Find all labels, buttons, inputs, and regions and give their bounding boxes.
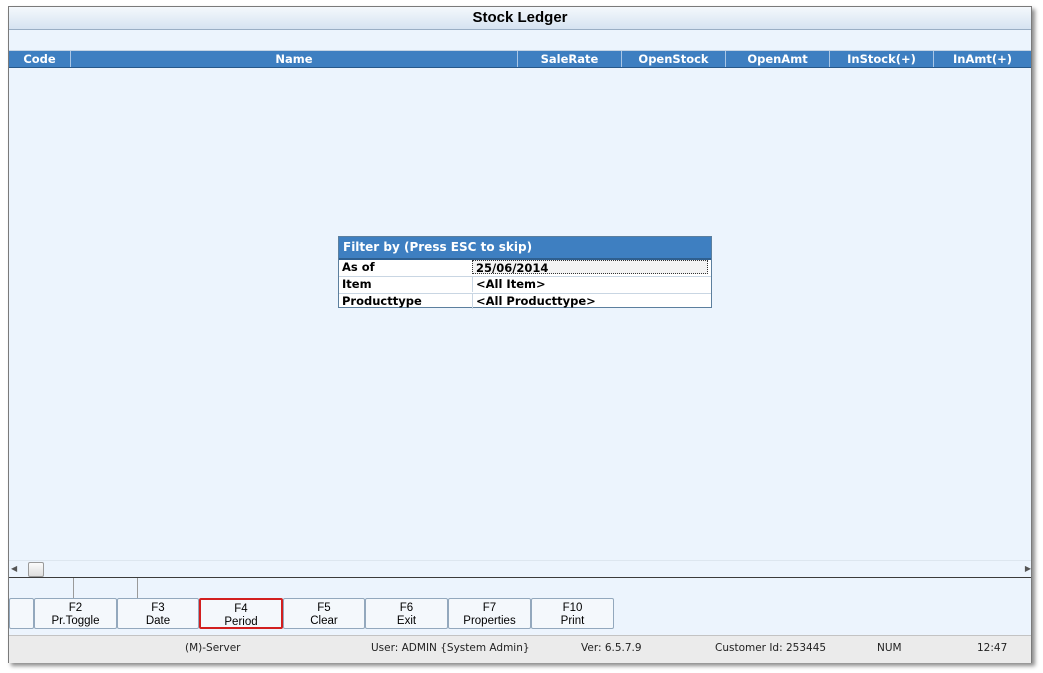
f10-print-button[interactable]: F10 Print: [531, 598, 614, 629]
status-cell: [73, 578, 138, 598]
filter-row-producttype[interactable]: Producttype <All Producttype>: [339, 294, 711, 310]
column-header-instock[interactable]: InStock(+): [830, 51, 934, 67]
status-bar: (M)-Server User: ADMIN {System Admin} Ve…: [9, 635, 1031, 663]
function-key-bar: F2 Pr.Toggle F3 Date F4 Period F5 Clear …: [9, 598, 1031, 632]
window-title: Stock Ledger: [9, 7, 1031, 30]
f2-pr-toggle-button[interactable]: F2 Pr.Toggle: [34, 598, 117, 629]
fkey-label: Exit: [396, 615, 417, 627]
f5-clear-button[interactable]: F5 Clear: [283, 598, 365, 629]
fkey-label: Date: [145, 615, 171, 627]
fkey-label: Print: [560, 615, 585, 627]
item-field[interactable]: <All Item>: [472, 277, 708, 292]
fkey-code: F7: [482, 602, 497, 614]
column-header-openamt[interactable]: OpenAmt: [726, 51, 830, 67]
server-status: (M)-Server: [185, 642, 241, 654]
column-header-salerate[interactable]: SaleRate: [518, 51, 622, 67]
producttype-field[interactable]: <All Producttype>: [472, 294, 708, 309]
fkey-spacer: [9, 598, 34, 629]
grid-body[interactable]: [9, 68, 1031, 560]
as-of-date-field[interactable]: 25/06/2014: [472, 260, 708, 275]
f7-properties-button[interactable]: F7 Properties: [448, 598, 531, 629]
filter-title: Filter by (Press ESC to skip): [339, 237, 711, 260]
f4-period-button[interactable]: F4 Period: [199, 598, 283, 629]
user-status: User: ADMIN {System Admin}: [371, 642, 530, 654]
fkey-label: Pr.Toggle: [51, 615, 100, 627]
filter-dialog: Filter by (Press ESC to skip) As of 25/0…: [338, 236, 712, 310]
fkey-code: F3: [151, 602, 165, 614]
version-status: Ver: 6.5.7.9: [581, 642, 642, 654]
fkey-label: Period: [224, 616, 258, 628]
numlock-indicator: NUM: [877, 642, 902, 654]
column-header-openstock[interactable]: OpenStock: [622, 51, 726, 67]
column-header-code[interactable]: Code: [9, 51, 71, 67]
filter-label: As of: [342, 260, 375, 274]
sub-toolbar: [9, 30, 1031, 51]
scroll-left-icon[interactable]: ◀: [11, 564, 17, 573]
grid-header: Code Name SaleRate OpenStock OpenAmt InS…: [9, 51, 1031, 68]
fkey-code: F4: [234, 603, 248, 615]
f6-exit-button[interactable]: F6 Exit: [365, 598, 448, 629]
filter-label: Item: [342, 277, 372, 291]
filter-row-item[interactable]: Item <All Item>: [339, 277, 711, 294]
horizontal-scrollbar[interactable]: ◀ ▶: [9, 560, 1031, 577]
customer-id-status: Customer Id: 253445: [715, 642, 827, 654]
f3-date-button[interactable]: F3 Date: [117, 598, 199, 629]
scrollbar-thumb[interactable]: [28, 562, 44, 577]
column-header-inamt[interactable]: InAmt(+): [934, 51, 1031, 67]
stock-ledger-window: Stock Ledger Code Name SaleRate OpenStoc…: [8, 6, 1032, 663]
filter-label: Producttype: [342, 294, 422, 308]
fkey-code: F2: [68, 602, 83, 614]
scroll-right-icon[interactable]: ▶: [1025, 564, 1031, 573]
filter-row-as-of[interactable]: As of 25/06/2014: [339, 260, 711, 277]
info-status-row: [9, 577, 1031, 599]
clock: 12:47: [977, 642, 1008, 654]
fkey-label: Clear: [310, 615, 338, 627]
fkey-label: Properties: [463, 615, 516, 627]
fkey-code: F6: [399, 602, 414, 614]
column-header-name[interactable]: Name: [71, 51, 518, 67]
fkey-code: F10: [562, 602, 583, 614]
fkey-code: F5: [317, 602, 331, 614]
status-cell: [9, 578, 74, 598]
